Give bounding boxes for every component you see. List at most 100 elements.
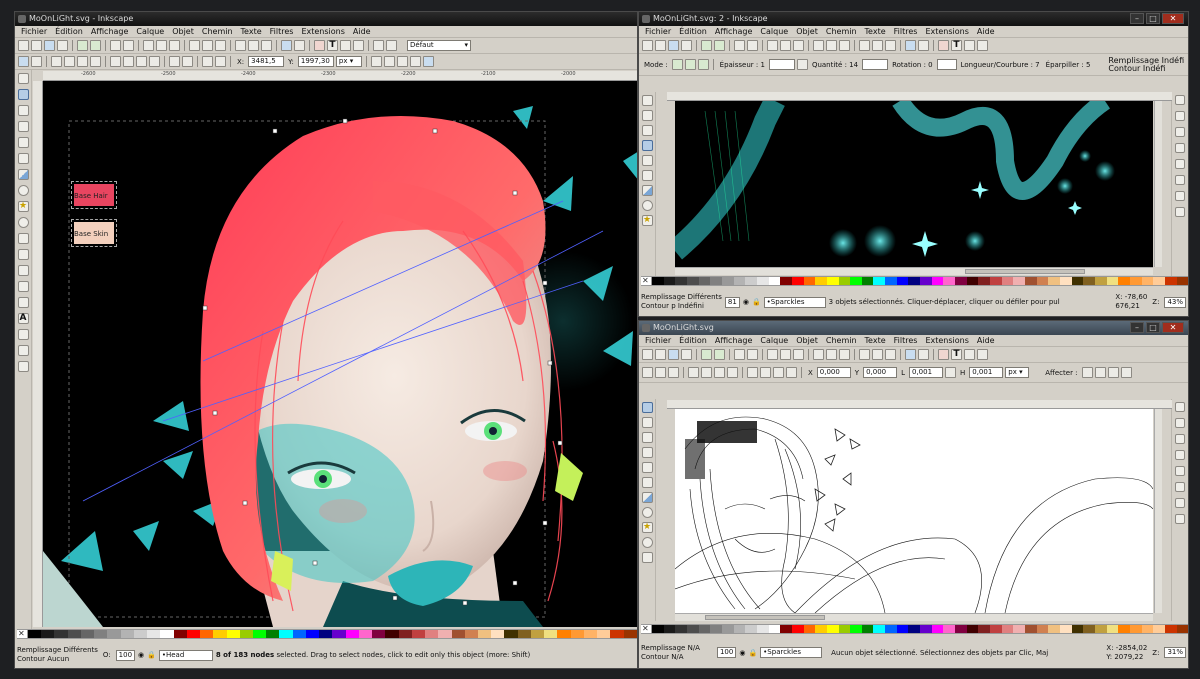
outline-vertical-scrollbar[interactable] — [1154, 409, 1162, 613]
rotate-ccw-icon[interactable] — [688, 367, 699, 378]
palette-swatch[interactable] — [955, 277, 967, 285]
snap-guide-icon[interactable] — [1175, 191, 1185, 201]
palette-swatch[interactable] — [896, 277, 909, 285]
segment-curve-icon[interactable] — [182, 56, 193, 67]
palette-swatch[interactable] — [1083, 625, 1095, 633]
node-smooth-icon[interactable] — [123, 56, 134, 67]
export-icon[interactable] — [90, 40, 101, 51]
open-icon[interactable] — [655, 40, 666, 51]
outline-titlebar[interactable]: MoOnLiGht.svg – □ ✕ — [639, 321, 1188, 335]
stroke-to-path-icon[interactable] — [215, 56, 226, 67]
palette-swatch[interactable] — [966, 625, 979, 633]
text-font-icon[interactable]: T — [327, 40, 338, 51]
select-tool-icon[interactable] — [17, 73, 29, 84]
unlink-clone-icon[interactable] — [885, 349, 896, 360]
palette-swatch[interactable] — [94, 630, 108, 638]
menu-calque[interactable]: Calque — [760, 336, 788, 345]
palette-swatch[interactable] — [266, 630, 280, 638]
palette-swatch[interactable] — [978, 625, 991, 633]
palette-swatch[interactable] — [1176, 277, 1188, 285]
palette-swatch[interactable] — [1001, 625, 1014, 633]
palette-swatch[interactable] — [1001, 277, 1014, 285]
rect-tool-icon[interactable] — [17, 153, 29, 164]
minimize-button[interactable]: – — [1130, 322, 1144, 333]
menu-filtres[interactable]: Filtres — [894, 336, 918, 345]
clone-icon[interactable] — [872, 40, 883, 51]
ellipse-tool-icon[interactable] — [641, 200, 653, 211]
menu-chemin[interactable]: Chemin — [826, 27, 857, 36]
save-icon[interactable] — [668, 349, 679, 360]
palette-swatch[interactable] — [686, 277, 699, 285]
palette-swatch[interactable] — [663, 277, 676, 285]
palette-swatch[interactable] — [896, 625, 909, 633]
snap-paths-icon[interactable] — [1175, 143, 1185, 153]
zoom-selection-icon[interactable] — [813, 349, 824, 360]
palette-swatch[interactable] — [279, 630, 293, 638]
menu-calque[interactable]: Calque — [136, 27, 164, 36]
rotate-cw-icon[interactable] — [701, 367, 712, 378]
pressure-icon[interactable] — [796, 59, 808, 70]
lock-ratio-icon[interactable] — [944, 367, 956, 378]
palette-swatch[interactable] — [120, 630, 134, 638]
palette-swatch[interactable] — [226, 630, 240, 638]
palette-swatch[interactable] — [372, 630, 386, 638]
palette-swatch[interactable] — [1071, 625, 1084, 633]
palette-swatch[interactable] — [663, 625, 676, 633]
palette-swatch[interactable] — [504, 630, 518, 638]
opacity-input[interactable]: 100 — [716, 647, 737, 658]
undo-icon[interactable] — [734, 40, 745, 51]
palette-swatch[interactable] — [1048, 277, 1060, 285]
palette-swatch[interactable] — [838, 625, 851, 633]
menu-edition[interactable]: Édition — [679, 27, 707, 36]
close-button[interactable]: ✕ — [1162, 322, 1184, 333]
palette-swatch[interactable] — [861, 277, 874, 285]
menu-affichage[interactable]: Affichage — [715, 27, 753, 36]
unlink-clone-icon[interactable] — [261, 40, 272, 51]
palette-swatch[interactable] — [557, 630, 571, 638]
palette-swatch[interactable] — [147, 630, 161, 638]
eraser-tool-icon[interactable] — [17, 281, 29, 292]
palette-swatch[interactable] — [943, 625, 956, 633]
palette-swatch[interactable] — [943, 277, 956, 285]
palette-swatch[interactable] — [54, 630, 68, 638]
palette-swatch[interactable] — [686, 625, 699, 633]
palette-swatch[interactable] — [920, 625, 932, 633]
opacity-input[interactable]: 100 — [115, 649, 136, 661]
node-symmetric-icon[interactable] — [136, 56, 147, 67]
text-font-icon[interactable]: T — [951, 349, 962, 360]
copy-icon[interactable] — [767, 349, 778, 360]
eye-icon[interactable]: ◉ — [743, 298, 749, 306]
palette-swatch[interactable] — [1164, 277, 1177, 285]
menu-objet[interactable]: Objet — [796, 336, 818, 345]
palette-swatch[interactable] — [517, 630, 531, 638]
clone-icon[interactable] — [872, 349, 883, 360]
snap-toggle-icon[interactable] — [1175, 402, 1185, 412]
nodes-delete-icon[interactable] — [31, 56, 42, 67]
fill-value[interactable]: Différents — [64, 646, 98, 654]
palette-swatch[interactable] — [978, 277, 991, 285]
unit-select[interactable]: px ▾ — [335, 56, 362, 67]
menu-calque[interactable]: Calque — [760, 27, 788, 36]
palette-swatch[interactable] — [67, 630, 81, 638]
import-icon[interactable] — [77, 40, 88, 51]
palette-swatch[interactable] — [710, 625, 722, 633]
spray-stroke-value[interactable]: Indéfi — [1143, 64, 1165, 73]
menu-filtres[interactable]: Filtres — [270, 27, 294, 36]
lower-to-bottom-icon[interactable] — [786, 367, 797, 378]
palette-swatch[interactable] — [873, 277, 886, 285]
menu-texte[interactable]: Texte — [865, 27, 886, 36]
new-icon[interactable] — [642, 40, 653, 51]
menu-edition[interactable]: Édition — [55, 27, 83, 36]
export-icon[interactable] — [714, 349, 725, 360]
ungroup-icon[interactable] — [294, 40, 305, 51]
export-icon[interactable] — [714, 40, 725, 51]
palette-swatch[interactable] — [305, 630, 320, 638]
zoom-input[interactable]: 43% — [1164, 296, 1186, 308]
palette-swatch[interactable] — [803, 277, 816, 285]
snap-guide-icon[interactable] — [1175, 498, 1185, 508]
palette-swatch[interactable] — [768, 277, 781, 285]
outline-canvas[interactable] — [675, 409, 1153, 613]
palette-swatch[interactable] — [530, 630, 545, 638]
palette-swatch[interactable] — [745, 625, 757, 633]
edit-mask-icon[interactable] — [396, 56, 408, 67]
